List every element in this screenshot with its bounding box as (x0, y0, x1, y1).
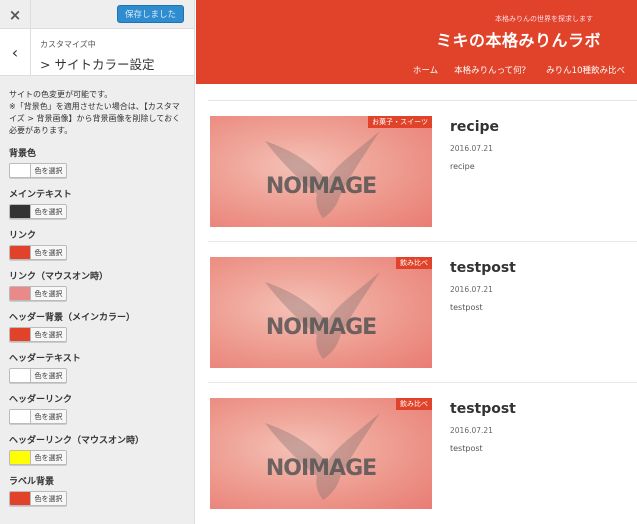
site-title[interactable]: ミキの本格みりんラボ (436, 27, 601, 51)
color-swatch[interactable] (10, 328, 31, 341)
color-setting: メインテキスト色を選択 (9, 187, 185, 219)
setting-label: ヘッダー背景（メインカラー） (9, 313, 136, 323)
color-swatch[interactable] (10, 492, 31, 505)
post-card[interactable]: NOIMAGE 飲み比べ (210, 257, 432, 368)
setting-label: リンク (9, 231, 37, 241)
color-picker-button[interactable]: 色を選択 (9, 491, 67, 506)
color-setting: ヘッダーテキスト色を選択 (9, 351, 185, 383)
setting-label: リンク（マウスオン時） (9, 272, 109, 282)
category-badge[interactable]: お菓子・スイーツ (368, 116, 432, 128)
no-image-text: NOIMAGE (265, 174, 377, 199)
category-badge[interactable]: 飲み比べ (396, 257, 432, 269)
section-header: ‹ カスタマイズ中 > サイトカラー設定 (0, 29, 194, 76)
section-description: サイトの色変更が可能です。 ※「背景色」を適用させたい場合は、【カスタマイズ >… (9, 90, 181, 135)
saved-button[interactable]: 保存しました (116, 5, 184, 23)
color-picker-button[interactable]: 色を選択 (9, 327, 67, 342)
post-card[interactable]: NOIMAGE お菓子・スイーツ (210, 116, 432, 227)
nav-item-home[interactable]: ホーム (413, 64, 438, 76)
site-preview: 本格みりんの世界を探求します ミキの本格みりんラボ ホーム 本格みりんって何？ … (196, 0, 637, 524)
nav-item-what-is-mirin[interactable]: 本格みりんって何？ (454, 64, 530, 76)
back-icon[interactable]: ‹ (0, 29, 31, 76)
post-title[interactable]: testpost (450, 260, 516, 276)
post-text: testpost 2016.07.21 testpost (450, 401, 516, 453)
post-excerpt: recipe (450, 162, 475, 171)
color-picker-button[interactable]: 色を選択 (9, 368, 67, 383)
color-setting: リンク（マウスオン時） 色を選択 (9, 269, 185, 301)
setting-label: 背景色 (9, 149, 37, 159)
post-thumbnail[interactable]: NOIMAGE お菓子・スイーツ (210, 116, 432, 227)
color-swatch[interactable] (10, 410, 31, 423)
color-picker-button[interactable]: 色を選択 (9, 409, 67, 424)
setting-label: メインテキスト (9, 190, 72, 200)
post-divider (208, 241, 637, 242)
color-picker-label[interactable]: 色を選択 (31, 246, 66, 259)
color-setting: ヘッダーリンク（マウスオン時） 色を選択 (9, 433, 185, 465)
color-picker-button[interactable]: 色を選択 (9, 286, 67, 301)
no-image-text: NOIMAGE (265, 315, 377, 340)
color-swatch[interactable] (10, 451, 31, 464)
post-date: 2016.07.21 (450, 144, 493, 153)
color-picker-label[interactable]: 色を選択 (31, 287, 66, 300)
category-badge[interactable]: 飲み比べ (396, 398, 432, 410)
post-date: 2016.07.21 (450, 285, 493, 294)
color-swatch[interactable] (10, 369, 31, 382)
color-picker-button[interactable]: 色を選択 (9, 163, 67, 178)
color-picker-label[interactable]: 色を選択 (31, 369, 66, 382)
color-setting: 背景色色を選択 (9, 146, 185, 178)
customizer-panel: × 保存しました ‹ カスタマイズ中 > サイトカラー設定 サイトの色変更が可能… (0, 0, 195, 524)
color-settings-list: 背景色 色を選択 メインテキスト 色を選択 リンク 色を選択 リンク（マウスオン時） 色を選択… (9, 146, 185, 506)
post-card[interactable]: NOIMAGE 飲み比べ (210, 398, 432, 509)
color-swatch[interactable] (10, 287, 31, 300)
post-thumbnail[interactable]: NOIMAGE 飲み比べ (210, 398, 432, 509)
post-text: testpost 2016.07.21 testpost (450, 260, 516, 312)
color-swatch[interactable] (10, 246, 31, 259)
no-image-text: NOIMAGE (265, 456, 377, 481)
color-swatch[interactable] (10, 205, 31, 218)
post-thumbnail[interactable]: NOIMAGE 飲み比べ (210, 257, 432, 368)
site-header: 本格みりんの世界を探求します ミキの本格みりんラボ ホーム 本格みりんって何？ … (196, 0, 637, 84)
color-picker-label[interactable]: 色を選択 (31, 328, 66, 341)
color-picker-label[interactable]: 色を選択 (31, 164, 66, 177)
customizer-topbar: × 保存しました (0, 0, 194, 29)
post-excerpt: testpost (450, 444, 483, 453)
post-excerpt: testpost (450, 303, 483, 312)
setting-label: ヘッダーリンク (9, 395, 73, 405)
nav-item-comparison[interactable]: みりん10種飲み比べ (546, 64, 625, 76)
color-setting: ヘッダーリンク色を選択 (9, 392, 185, 424)
post-divider (208, 382, 637, 383)
post-date: 2016.07.21 (450, 426, 493, 435)
close-icon[interactable]: × (0, 0, 31, 29)
setting-label: ヘッダーリンク（マウスオン時） (9, 436, 145, 446)
color-setting: ラベル背景色を選択 (9, 474, 185, 506)
color-picker-label[interactable]: 色を選択 (31, 492, 66, 505)
color-setting: ヘッダー背景（メインカラー） 色を選択 (9, 310, 185, 342)
panel-body: サイトの色変更が可能です。 ※「背景色」を適用させたい場合は、【カスタマイズ >… (0, 76, 194, 506)
color-picker-button[interactable]: 色を選択 (9, 245, 67, 260)
section-title: > サイトカラー設定 (40, 57, 155, 72)
post-title[interactable]: testpost (450, 401, 516, 417)
color-picker-button[interactable]: 色を選択 (9, 204, 67, 219)
post-title[interactable]: recipe (450, 119, 499, 135)
color-swatch[interactable] (10, 164, 31, 177)
post-text: recipe 2016.07.21 recipe (450, 119, 499, 171)
color-picker-label[interactable]: 色を選択 (31, 410, 66, 423)
color-setting: リンク色を選択 (9, 228, 185, 260)
site-tagline: 本格みりんの世界を探求します (495, 15, 593, 23)
color-picker-label[interactable]: 色を選択 (31, 451, 66, 464)
setting-label: ラベル背景 (9, 477, 55, 487)
color-picker-label[interactable]: 色を選択 (31, 205, 66, 218)
breadcrumb: カスタマイズ中 (40, 40, 96, 49)
content-divider (208, 100, 637, 101)
setting-label: ヘッダーテキスト (9, 354, 81, 364)
color-picker-button[interactable]: 色を選択 (9, 450, 67, 465)
main-nav: ホーム 本格みりんって何？ みりん10種飲み比べ (413, 64, 625, 76)
